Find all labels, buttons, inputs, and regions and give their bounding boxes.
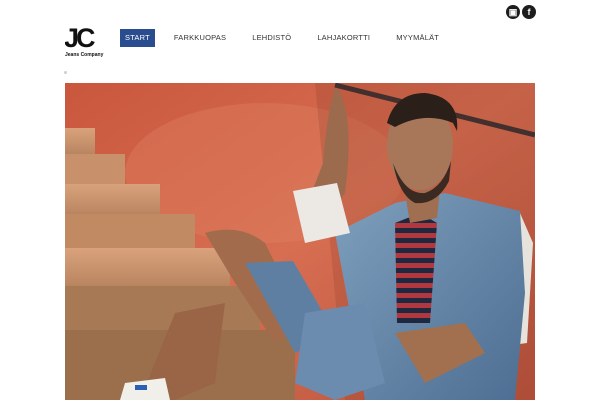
instagram-icon[interactable]: ▣ xyxy=(506,5,520,19)
logo-jc-mark: JC xyxy=(65,24,98,50)
brand-tagline: Jeans Company xyxy=(65,52,104,58)
facebook-icon[interactable]: f xyxy=(522,5,536,19)
brand-logo[interactable]: JC Jeans Company xyxy=(65,24,105,60)
hero-image xyxy=(65,83,535,400)
nav-item-lahjakortti[interactable]: LAHJAKORTTI xyxy=(312,29,375,47)
nav-item-myymalat[interactable]: MYYMÄLÄT xyxy=(391,29,444,47)
hero-photo-illustration xyxy=(65,83,535,400)
main-nav: START FARKKUOPAS LEHDISTÖ LAHJAKORTTI MY… xyxy=(120,29,460,47)
nav-item-start[interactable]: START xyxy=(120,29,155,47)
slider-dot[interactable] xyxy=(64,71,67,74)
nav-item-lehdisto[interactable]: LEHDISTÖ xyxy=(247,29,296,47)
nav-item-farkkuopas[interactable]: FARKKUOPAS xyxy=(169,29,231,47)
svg-text:JC: JC xyxy=(65,24,95,50)
social-links: ▣ f xyxy=(506,5,536,19)
